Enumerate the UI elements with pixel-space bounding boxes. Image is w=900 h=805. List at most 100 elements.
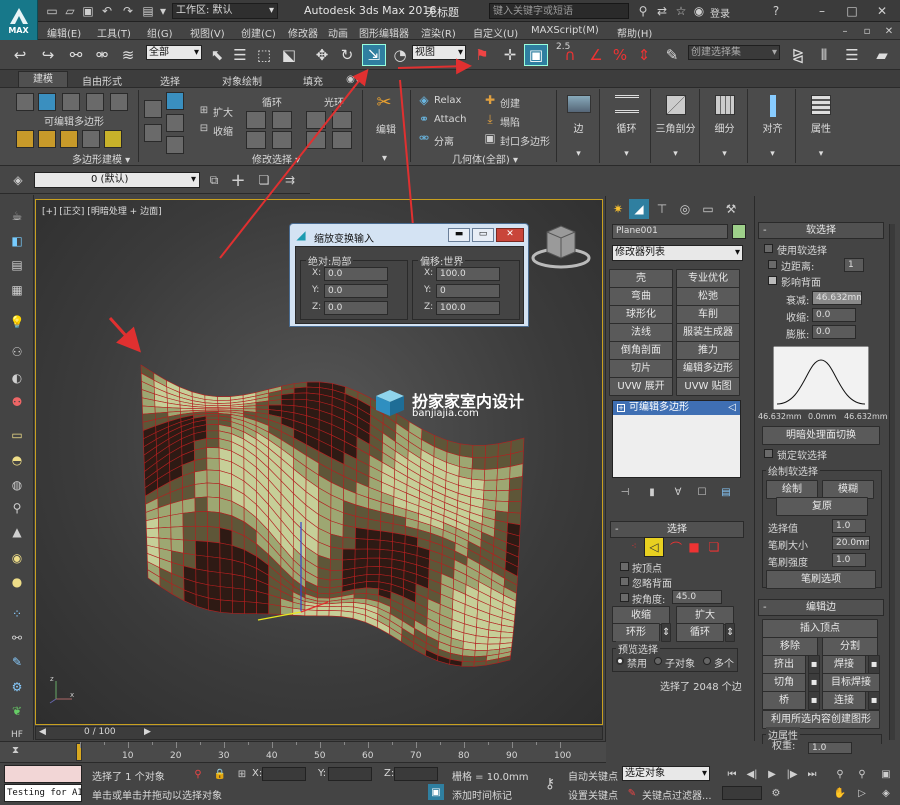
create-tab-icon[interactable]: ✷ [608, 199, 628, 219]
time-tag-icon[interactable]: ▣ [428, 784, 444, 800]
sel-loop-button[interactable]: 循环 [676, 623, 724, 642]
cylinder-icon[interactable]: ◍ [7, 475, 27, 495]
lock-soft-sel-checkbox[interactable] [764, 449, 773, 458]
mod-spherify-button[interactable]: 球形化 [609, 305, 673, 324]
unlink-icon[interactable]: ⚮ [90, 44, 114, 66]
abs-z-field[interactable]: 0.0 [324, 301, 388, 315]
subdivision-panel-button[interactable]: 细分 ▾ [702, 89, 748, 163]
next-frame-icon[interactable]: |▶ [782, 764, 802, 784]
split-button[interactable]: 分割 [822, 637, 878, 656]
by-angle-checkbox[interactable] [620, 593, 629, 602]
cone-icon[interactable]: ▲ [7, 522, 27, 542]
maxscript-output[interactable]: Testing for AI! [4, 784, 82, 802]
align-icon[interactable]: ⫴ [812, 44, 836, 66]
bridge-settings-button[interactable]: ▪ [808, 691, 820, 710]
foliage-icon[interactable]: ❦ [7, 701, 27, 721]
mod-prooptimizer-button[interactable]: 专业优化 [676, 269, 740, 288]
reference-coord-dropdown[interactable]: 视图 ▾ [412, 45, 466, 60]
doc-restore-icon[interactable]: ▫ [857, 21, 877, 41]
ribbon-options-icon[interactable]: ◉▾ [343, 69, 363, 89]
torus-icon[interactable]: ◉ [7, 548, 27, 568]
toggle-edit-icon[interactable] [104, 130, 122, 148]
sphere-light-icon[interactable]: ◐ [7, 368, 27, 388]
layer-explorer-icon[interactable]: ☰ [840, 44, 864, 66]
motion-tab-icon[interactable]: ◎ [675, 199, 695, 219]
mod-lathe-button[interactable]: 车削 [676, 305, 740, 324]
auto-key-button[interactable]: 自动关键点 [568, 768, 618, 783]
modify-mode-icon[interactable] [16, 130, 34, 148]
shaded-face-toggle-button[interactable]: 明暗处理面切换 [762, 426, 880, 445]
sel-vertex-icon[interactable]: ⁖ [624, 537, 644, 557]
layer-manager-icon[interactable]: ⧉ [204, 170, 224, 190]
display-tab-icon[interactable]: ▭ [698, 199, 718, 219]
zoom-all-icon[interactable]: ⚲ [852, 764, 872, 784]
shrink-button[interactable]: 收缩 [213, 123, 233, 138]
select-step-icon[interactable] [166, 114, 184, 132]
undo-tool-icon[interactable]: ↩ [8, 44, 32, 66]
dialog-maximize-button[interactable]: ▭ [472, 228, 494, 242]
key-filters-button[interactable]: 关键点过滤器... [642, 787, 712, 802]
spheres-icon[interactable]: ⚉ [7, 392, 27, 412]
bubble-field[interactable]: 0.0 [812, 325, 856, 339]
keyboard-shortcut-icon[interactable]: ▣ [524, 44, 548, 66]
weld-button[interactable]: 焊接 [822, 655, 866, 674]
falloff-field[interactable]: 46.632mm [812, 291, 862, 305]
pin-icon[interactable]: ⚲ [7, 498, 27, 518]
pivot-center-icon[interactable]: ⚑ [470, 44, 494, 66]
object-name-field[interactable]: Plane001 [612, 224, 728, 239]
login-link[interactable]: 登录 [710, 5, 730, 20]
ring-minus-icon[interactable] [332, 111, 352, 129]
loop-minus-icon[interactable] [272, 111, 292, 129]
y-coord-field[interactable] [328, 767, 372, 781]
menu-rendering[interactable]: 渲染(R) [421, 25, 456, 40]
teapot-icon[interactable]: ☕ [7, 206, 27, 226]
mod-uvw-unwrap-button[interactable]: UVW 展开 [609, 377, 673, 396]
tris-panel-button[interactable]: 三角剖分 ▾ [652, 89, 700, 163]
extrude-button[interactable]: 挤出 [762, 655, 806, 674]
collapse-button[interactable]: 塌陷 [500, 114, 520, 129]
camera-tool-icon[interactable]: ◧ [7, 231, 27, 251]
modify-tab-icon[interactable]: ◢ [629, 199, 649, 219]
remove-modifier-icon[interactable]: ☐ [692, 482, 712, 502]
loop-button[interactable]: 循环 [262, 94, 282, 109]
vertex-mode-icon[interactable] [16, 93, 34, 111]
isolate-icon[interactable]: ⚲ [188, 764, 208, 784]
dialog-minimize-button[interactable]: ▬ [448, 228, 470, 242]
soft-selection-header[interactable]: - 软选择 [758, 222, 884, 239]
collapse-stack-icon[interactable] [82, 130, 100, 148]
show-cage-icon[interactable] [60, 130, 78, 148]
search-input[interactable]: 键入关键字或短语 [489, 3, 629, 19]
mod-push-button[interactable]: 推力 [676, 341, 740, 360]
affect-backface-checkbox[interactable] [768, 276, 777, 285]
attach-button[interactable]: Attach [434, 114, 466, 125]
use-soft-sel-checkbox[interactable] [764, 244, 773, 253]
set-key-button[interactable]: 设置关键点 [568, 787, 618, 802]
polygon-mode-icon[interactable] [86, 93, 104, 111]
chamfer-button[interactable]: 切角 [762, 673, 806, 692]
lock-selection-icon[interactable]: 🔒 [210, 764, 230, 784]
select-manipulate-icon[interactable]: ✛ [498, 44, 522, 66]
key-target-dropdown[interactable]: 选定对象 ▾ [622, 766, 710, 781]
rollout-scrollbar[interactable] [889, 224, 895, 740]
sel-polygon-icon[interactable]: ■ [684, 537, 704, 557]
loop-shrink-icon[interactable] [272, 131, 292, 149]
ring-plus-icon[interactable] [306, 111, 326, 129]
edge-distance-checkbox[interactable] [768, 260, 777, 269]
menu-graph-editors[interactable]: 图形编辑器 [359, 25, 409, 40]
edit-group-chevron[interactable]: ▾ [382, 153, 387, 164]
pin-stack-icon[interactable]: ⊣ [615, 482, 635, 502]
menu-animation[interactable]: 动画 [328, 25, 348, 40]
brush-options-button[interactable]: 笔刷选项 [766, 570, 876, 589]
ignore-backface-checkbox[interactable] [620, 577, 629, 586]
help-icon[interactable]: ? [766, 1, 786, 21]
absolute-mode-icon[interactable]: ⊞ [232, 764, 252, 784]
remove-button[interactable]: 移除 [762, 637, 818, 656]
angle-field[interactable]: 45.0 [672, 590, 722, 604]
gear-icon[interactable]: ⚙ [7, 677, 27, 697]
percent-snap-icon[interactable]: % [608, 44, 632, 66]
mod-slice-button[interactable]: 切片 [609, 359, 673, 378]
menu-help[interactable]: 帮助(H) [617, 25, 652, 40]
select-by-name-icon[interactable]: ☰ [228, 44, 252, 66]
weight-field[interactable]: 1.0 [808, 742, 852, 754]
edge-mode-icon[interactable] [38, 93, 56, 111]
